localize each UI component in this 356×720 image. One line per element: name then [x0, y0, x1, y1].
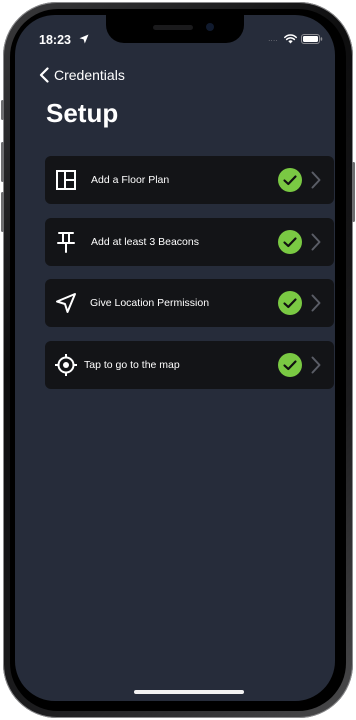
- step-label: Give Location Permission: [90, 297, 210, 309]
- pin-icon: [53, 229, 79, 255]
- checkmark-circle-icon: [278, 291, 302, 315]
- step-location-permission[interactable]: Give Location Permission: [45, 279, 334, 327]
- screen: 18:23 .... Credentials Setup Add a Floor…: [15, 15, 335, 701]
- location-arrow-icon: [79, 34, 89, 44]
- chevron-right-icon: [311, 356, 321, 373]
- floor-plan-icon: [53, 167, 79, 193]
- front-camera: [206, 23, 214, 31]
- power-button: [352, 162, 355, 222]
- volume-down-button: [1, 192, 4, 232]
- chevron-right-icon: [311, 171, 321, 189]
- chevron-left-icon: [39, 67, 49, 83]
- notch: [106, 15, 244, 43]
- status-time: 18:23: [39, 33, 71, 47]
- battery-icon: [301, 34, 323, 44]
- mute-switch: [1, 100, 4, 120]
- target-icon: [53, 352, 79, 378]
- chevron-right-icon: [311, 233, 321, 250]
- back-button-label: Credentials: [54, 67, 125, 83]
- step-floor-plan[interactable]: Add a Floor Plan: [45, 156, 334, 204]
- step-add-beacons[interactable]: Add at least 3 Beacons: [45, 217, 334, 266]
- home-indicator[interactable]: [134, 690, 244, 694]
- location-arrow-icon: [53, 290, 79, 316]
- volume-up-button: [1, 142, 4, 182]
- chevron-right-icon: [311, 294, 321, 312]
- setup-steps-list: Add a Floor Plan Add at least 3 Beacons: [45, 156, 334, 402]
- back-button[interactable]: Credentials: [39, 67, 125, 83]
- wifi-icon: [284, 34, 297, 44]
- checkmark-circle-icon: [278, 229, 302, 254]
- carrier-signal: ....: [268, 35, 278, 43]
- status-icons: ....: [268, 34, 323, 44]
- step-label: Add a Floor Plan: [91, 174, 170, 186]
- step-go-to-map[interactable]: Tap to go to the map: [45, 340, 334, 389]
- checkmark-circle-icon: [278, 168, 302, 192]
- checkmark-circle-icon: [278, 352, 302, 377]
- step-label: Tap to go to the map: [84, 358, 180, 371]
- step-label: Add at least 3 Beacons: [91, 235, 199, 248]
- page-title: Setup: [46, 98, 119, 128]
- speaker: [153, 25, 193, 30]
